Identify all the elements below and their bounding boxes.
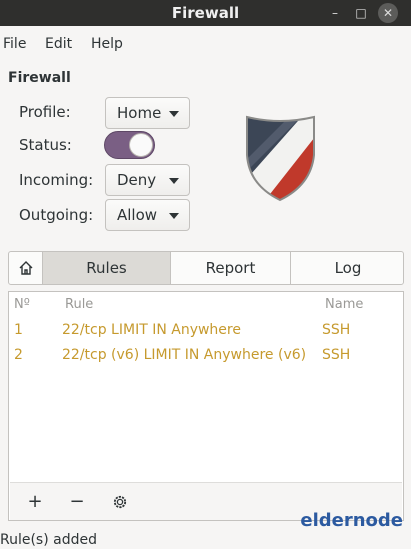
status-bar: Rule(s) added [0,528,411,549]
incoming-select[interactable]: Deny [105,164,190,196]
table-row[interactable]: 1 22/tcp LIMIT IN Anywhere SSH [9,319,403,343]
minimize-button[interactable]: – [325,3,345,23]
home-icon [19,261,32,275]
add-rule-button[interactable]: + [22,489,48,515]
tab-log[interactable]: Log [291,252,403,284]
maximize-button[interactable]: □ [351,3,371,23]
column-header-rule[interactable]: Rule [65,297,93,312]
tab-rules[interactable]: Rules [43,252,171,284]
tab-home[interactable] [9,252,43,284]
rule-name: SSH [322,347,351,363]
menu-file[interactable]: File [3,36,26,52]
profile-label: Profile: [19,103,71,121]
title-bar: Firewall – □ ✕ [0,0,411,26]
rule-name: SSH [322,322,351,338]
remove-rule-button[interactable]: − [64,489,90,515]
status-label: Status: [19,136,72,154]
profile-select[interactable]: Home [105,97,190,129]
close-button[interactable]: ✕ [378,3,398,23]
tab-report[interactable]: Report [171,252,291,284]
rule-text: 22/tcp LIMIT IN Anywhere [62,322,241,338]
status-toggle[interactable] [104,131,155,159]
outgoing-label: Outgoing: [19,206,94,224]
window-title: Firewall [171,4,240,22]
status-message: Rule(s) added [0,532,97,548]
firewall-shield-icon [246,115,315,202]
menu-edit[interactable]: Edit [45,36,72,52]
incoming-value: Deny [117,171,157,189]
outgoing-select[interactable]: Allow [105,199,190,231]
chevron-down-icon [169,111,179,117]
rule-text: 22/tcp (v6) LIMIT IN Anywhere (v6) [62,347,307,363]
rule-number: 2 [14,347,23,363]
gear-icon [113,495,127,509]
rule-number: 1 [14,322,23,338]
toggle-knob [129,133,153,157]
tab-bar: Rules Report Log [8,251,404,285]
rule-settings-button[interactable] [107,489,133,515]
section-title: Firewall [8,70,71,86]
rules-list: Nº Rule Name 1 22/tcp LIMIT IN Anywhere … [8,291,404,521]
menu-bar: File Edit Help [0,26,411,62]
table-row[interactable]: 2 22/tcp (v6) LIMIT IN Anywhere (v6) SSH [9,344,403,368]
profile-value: Home [117,104,162,122]
column-header-name[interactable]: Name [325,297,363,312]
incoming-label: Incoming: [19,171,94,189]
outgoing-value: Allow [117,206,158,224]
chevron-down-icon [169,178,179,184]
menu-help[interactable]: Help [91,36,123,52]
column-header-number[interactable]: Nº [14,297,30,312]
watermark-logo: eldernode [300,510,403,531]
chevron-down-icon [169,213,179,219]
